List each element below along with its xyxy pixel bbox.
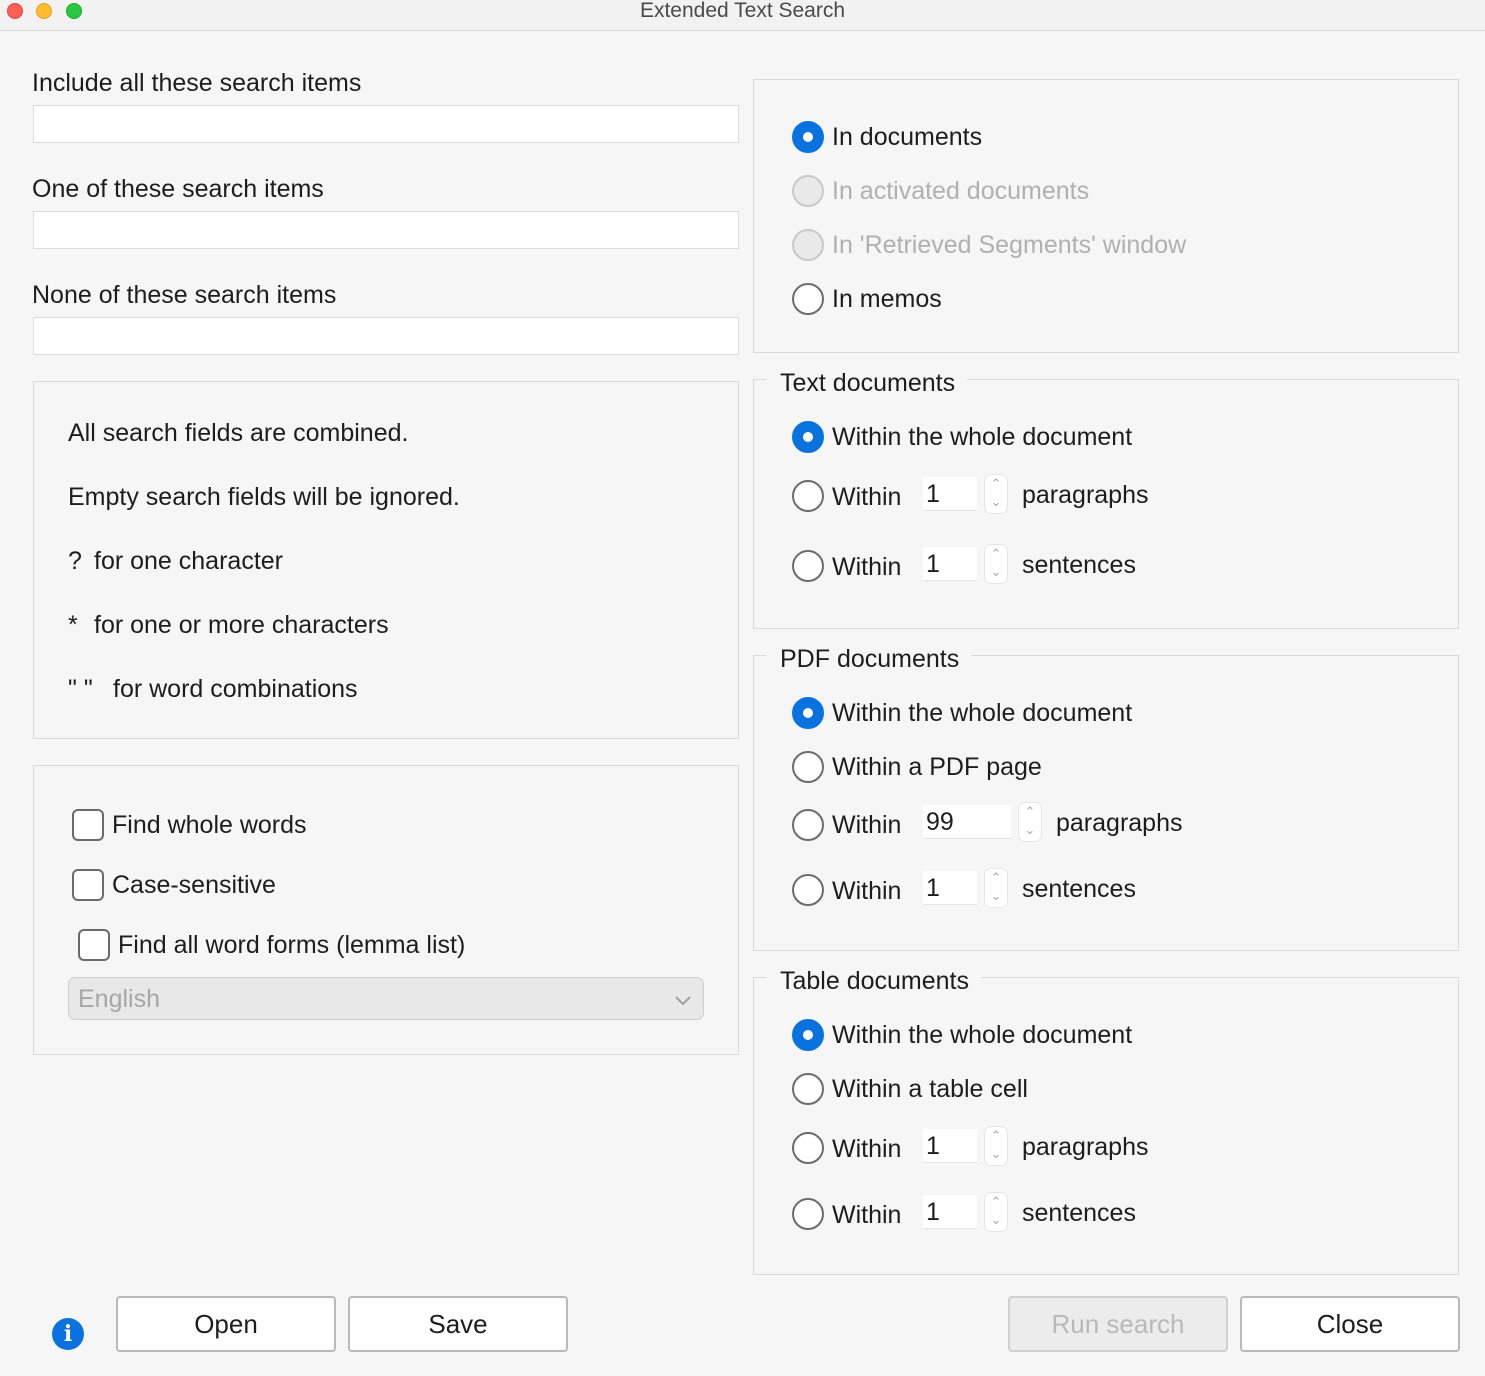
- run-search-button[interactable]: Run search: [1008, 1296, 1228, 1352]
- table-sentences-input[interactable]: 1: [923, 1195, 977, 1229]
- in-documents-label[interactable]: In documents: [832, 122, 982, 152]
- pdf-sentences-stepper[interactable]: ⌃ ⌄: [984, 868, 1008, 908]
- pdf-within-label-2[interactable]: Within: [832, 876, 901, 906]
- info-icon[interactable]: i: [52, 1318, 84, 1350]
- pdf-page-label[interactable]: Within a PDF page: [832, 752, 1042, 782]
- language-select[interactable]: English: [68, 977, 704, 1020]
- help-quote-text: for word combinations: [113, 675, 358, 703]
- title-bar: Extended Text Search: [0, 0, 1485, 31]
- text-whole-label[interactable]: Within the whole document: [832, 422, 1132, 452]
- table-whole-radio[interactable]: [792, 1019, 824, 1051]
- help-star-symbol: *: [68, 611, 78, 639]
- in-retrieved-label[interactable]: In 'Retrieved Segments' window: [832, 230, 1186, 260]
- text-whole-radio[interactable]: [792, 421, 824, 453]
- table-documents-title: Table documents: [766, 966, 982, 996]
- in-activated-radio[interactable]: [792, 175, 824, 207]
- save-button[interactable]: Save: [348, 1296, 568, 1352]
- help-question-text: for one character: [94, 547, 283, 575]
- pdf-paragraphs-radio[interactable]: [792, 809, 824, 841]
- table-paragraphs-input[interactable]: 1: [923, 1129, 977, 1163]
- text-within-label-2[interactable]: Within: [832, 552, 901, 582]
- table-sentences-stepper[interactable]: ⌃ ⌄: [984, 1192, 1008, 1232]
- text-paragraphs-radio[interactable]: [792, 480, 824, 512]
- in-memos-radio[interactable]: [792, 283, 824, 315]
- find-all-word-forms-checkbox[interactable]: [78, 929, 110, 961]
- case-sensitive-checkbox[interactable]: [72, 869, 104, 901]
- text-sentences-label: sentences: [1022, 551, 1136, 579]
- table-paragraphs-stepper[interactable]: ⌃ ⌄: [984, 1126, 1008, 1166]
- find-whole-words-checkbox[interactable]: [72, 809, 104, 841]
- table-cell-radio[interactable]: [792, 1073, 824, 1105]
- one-of-field[interactable]: [33, 211, 739, 249]
- table-sentences-radio[interactable]: [792, 1198, 824, 1230]
- include-field[interactable]: [33, 105, 739, 143]
- table-whole-label[interactable]: Within the whole document: [832, 1020, 1132, 1050]
- table-paragraphs-radio[interactable]: [792, 1132, 824, 1164]
- text-paragraphs-label: paragraphs: [1022, 481, 1149, 509]
- case-sensitive-label[interactable]: Case-sensitive: [112, 870, 276, 900]
- help-question-symbol: ?: [68, 547, 82, 575]
- pdf-whole-label[interactable]: Within the whole document: [832, 698, 1132, 728]
- pdf-whole-radio[interactable]: [792, 697, 824, 729]
- open-button[interactable]: Open: [116, 1296, 336, 1352]
- find-whole-words-label[interactable]: Find whole words: [112, 810, 307, 840]
- in-memos-label[interactable]: In memos: [832, 284, 942, 314]
- table-sentences-label: sentences: [1022, 1199, 1136, 1227]
- in-retrieved-radio[interactable]: [792, 229, 824, 261]
- table-within-label[interactable]: Within: [832, 1134, 901, 1164]
- text-sentences-stepper[interactable]: ⌃ ⌄: [984, 544, 1008, 584]
- text-within-label[interactable]: Within: [832, 482, 901, 512]
- text-paragraphs-input[interactable]: 1: [923, 477, 977, 511]
- language-value: English: [78, 985, 160, 1013]
- help-star-text: for one or more characters: [94, 611, 389, 639]
- include-label: Include all these search items: [32, 69, 362, 97]
- text-sentences-radio[interactable]: [792, 550, 824, 582]
- close-button[interactable]: Close: [1240, 1296, 1460, 1352]
- find-all-word-forms-label[interactable]: Find all word forms (lemma list): [118, 930, 465, 960]
- pdf-within-label[interactable]: Within: [832, 810, 901, 840]
- none-label: None of these search items: [32, 281, 337, 309]
- pdf-documents-title: PDF documents: [766, 644, 972, 674]
- window-title: Extended Text Search: [639, 0, 846, 22]
- chevron-down-icon: [675, 996, 691, 1006]
- help-quote-symbol: " ": [68, 675, 93, 703]
- pdf-sentences-input[interactable]: 1: [923, 871, 977, 905]
- pdf-sentences-radio[interactable]: [792, 874, 824, 906]
- pdf-page-radio[interactable]: [792, 751, 824, 783]
- table-within-label-2[interactable]: Within: [832, 1200, 901, 1230]
- none-field[interactable]: [33, 317, 739, 355]
- help-line-empty: Empty search fields will be ignored.: [68, 483, 460, 511]
- pdf-paragraphs-stepper[interactable]: ⌃ ⌄: [1018, 802, 1042, 842]
- text-paragraphs-stepper[interactable]: ⌃ ⌄: [984, 474, 1008, 514]
- table-paragraphs-label: paragraphs: [1022, 1133, 1149, 1161]
- in-documents-radio[interactable]: [792, 121, 824, 153]
- pdf-paragraphs-label: paragraphs: [1056, 809, 1183, 837]
- pdf-paragraphs-input[interactable]: 99: [923, 805, 1011, 839]
- in-activated-label[interactable]: In activated documents: [832, 176, 1089, 206]
- text-documents-title: Text documents: [766, 368, 968, 398]
- help-line-combined: All search fields are combined.: [68, 419, 409, 447]
- pdf-sentences-label: sentences: [1022, 875, 1136, 903]
- one-of-label: One of these search items: [32, 175, 324, 203]
- table-cell-label[interactable]: Within a table cell: [832, 1074, 1028, 1104]
- text-sentences-input[interactable]: 1: [923, 547, 977, 581]
